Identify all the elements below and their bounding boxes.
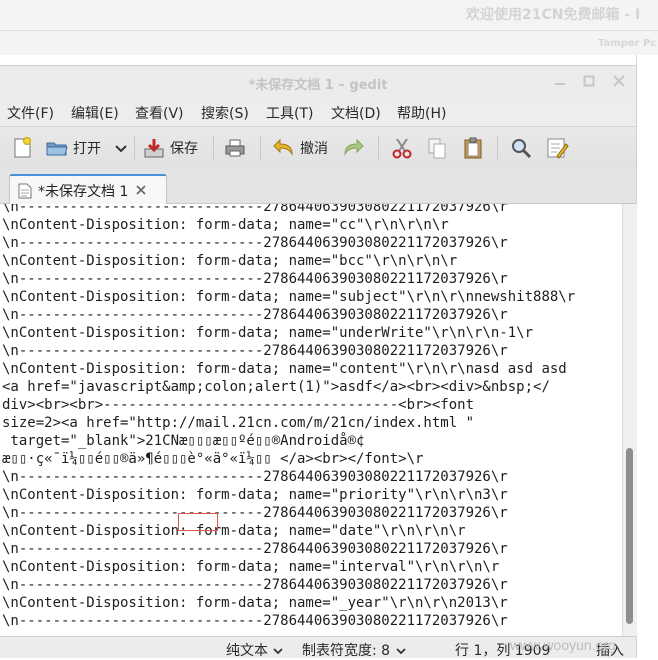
find-button[interactable]	[509, 135, 533, 161]
clipboard-icon	[464, 137, 482, 159]
scissors-icon	[392, 138, 412, 159]
tab-width-selector[interactable]: 制表符宽度: 8	[302, 640, 407, 660]
editor-line: \nContent-Disposition: form-data; name="…	[2, 361, 567, 377]
menu-help[interactable]: 帮助(H)	[397, 103, 446, 123]
open-button-label: 打开	[73, 141, 101, 157]
toolbar-separator	[260, 136, 261, 160]
editor-content: \n-----------------------------278644063…	[2, 204, 575, 630]
scrollbar-thumb[interactable]	[626, 448, 633, 624]
close-icon	[136, 184, 146, 195]
open-button[interactable]: 打开	[45, 135, 101, 161]
menu-view[interactable]: 查看(V)	[135, 103, 184, 123]
cut-button[interactable]	[390, 135, 414, 161]
editor-line: \n-----------------------------278644063…	[2, 541, 508, 557]
save-button-label: 保存	[170, 141, 198, 157]
tab-document-1[interactable]: *未保存文档 1	[9, 174, 167, 206]
search-match-highlight	[178, 513, 218, 531]
editor-line: \nContent-Disposition: form-data; name="…	[2, 253, 458, 269]
close-tab-button[interactable]	[136, 184, 146, 199]
copy-button[interactable]	[425, 135, 449, 161]
maximize-icon	[583, 75, 595, 87]
menu-tools[interactable]: 工具(T)	[266, 103, 313, 123]
editor-line: div><br><br>----------------------------…	[2, 397, 475, 413]
printer-icon	[225, 139, 245, 157]
editor-line: size=2><a href="http://mail.21cn.com/m/2…	[2, 415, 475, 431]
toolbar: 打开 保存 撤消	[0, 126, 636, 170]
redo-button[interactable]	[341, 135, 365, 161]
find-replace-icon	[547, 138, 569, 159]
window-title: *未保存文档 1 – gedit	[248, 78, 388, 93]
editor-line: \nContent-Disposition: form-data; name="…	[2, 487, 508, 503]
toolbar-separator	[378, 136, 379, 160]
background-browser-window: 欢迎使用21CN免费邮箱 - I Tamper Pc	[0, 0, 658, 55]
folder-open-icon	[46, 142, 68, 156]
editor-line: \n-----------------------------278644063…	[2, 505, 508, 521]
editor-line: \n-----------------------------278644063…	[2, 613, 508, 629]
menu-file[interactable]: 文件(F)	[7, 103, 54, 123]
background-window-edge	[636, 55, 658, 657]
search-icon	[512, 139, 532, 159]
editor-line: \n-----------------------------278644063…	[2, 469, 508, 485]
editor-line: \nContent-Disposition: form-data; name="…	[2, 217, 449, 233]
new-document-button[interactable]	[10, 135, 34, 161]
undo-button[interactable]: 撤消	[272, 135, 328, 161]
document-icon	[18, 183, 32, 199]
print-button[interactable]	[223, 135, 247, 161]
minimize-icon	[555, 83, 565, 85]
toolbar-separator	[213, 136, 214, 160]
save-button[interactable]: 保存	[142, 135, 198, 161]
title-bar[interactable]: *未保存文档 1 – gedit	[0, 66, 636, 98]
editor-line: \n-----------------------------278644063…	[2, 577, 508, 593]
vertical-scrollbar[interactable]	[622, 204, 637, 636]
divider	[0, 30, 658, 31]
text-editor[interactable]: \n-----------------------------278644063…	[0, 204, 622, 636]
syntax-mode-selector[interactable]: 纯文本	[226, 640, 284, 660]
editor-line: \nContent-Disposition: form-data; name="…	[2, 289, 576, 305]
chevron-down-icon	[395, 648, 406, 655]
editor-line: <a href="javascript&amp;colon;alert(1)">…	[2, 379, 550, 395]
chevron-down-icon	[273, 648, 284, 655]
editor-line: \nContent-Disposition: form-data; name="…	[2, 595, 508, 611]
maximize-button[interactable]	[579, 71, 599, 91]
watermark: www.wooyun.org	[510, 637, 616, 653]
undo-icon	[273, 138, 293, 156]
undo-button-label: 撤消	[300, 141, 328, 157]
gedit-window: *未保存文档 1 – gedit 文件(F) 编辑(E) 查看(V) 搜索(S)…	[0, 66, 637, 660]
editor-line: \n-----------------------------278644063…	[2, 307, 508, 323]
close-window-button[interactable]	[609, 71, 629, 91]
menu-search[interactable]: 搜索(S)	[201, 103, 249, 123]
open-recent-dropdown[interactable]	[114, 135, 128, 161]
editor-line: \n-----------------------------278644063…	[2, 271, 508, 287]
menu-documents[interactable]: 文档(D)	[331, 103, 381, 123]
redo-icon	[344, 138, 364, 156]
new-document-icon	[14, 137, 31, 158]
close-icon	[613, 75, 625, 87]
menu-bar: 文件(F) 编辑(E) 查看(V) 搜索(S) 工具(T) 文档(D) 帮助(H…	[0, 98, 636, 126]
editor-line: \n-----------------------------278644063…	[2, 343, 508, 359]
chevron-down-icon	[115, 145, 127, 153]
copy-icon	[428, 138, 446, 159]
find-replace-button[interactable]	[545, 135, 569, 161]
editor-line: \nContent-Disposition: form-data; name="…	[2, 559, 500, 575]
editor-line: \nContent-Disposition: form-data; name="…	[2, 523, 466, 539]
tab-bar: *未保存文档 1	[0, 169, 636, 206]
paste-button[interactable]	[461, 135, 485, 161]
editor-line: target="_blank">21CNæ▯▯▯æ▯▯ºé▯▯®Androidå…	[2, 433, 365, 449]
menu-edit[interactable]: 编辑(E)	[71, 103, 119, 123]
editor-line: \n-----------------------------278644063…	[2, 235, 508, 251]
toolbar-separator	[134, 136, 135, 160]
minimize-button[interactable]	[550, 71, 570, 91]
editor-line: æ▯▯·ç«¯ï¼▯▯é▯▯®ä»¶é▯▯▯è°«ä°«ï¼▯▯ </a><br…	[2, 451, 424, 467]
tab-label: *未保存文档 1	[38, 184, 129, 200]
background-window-title: 欢迎使用21CN免费邮箱 - I	[466, 7, 641, 23]
save-icon	[144, 139, 164, 158]
editor-line: \n-----------------------------278644063…	[2, 204, 508, 215]
background-addon-label: Tamper Pc	[598, 38, 657, 49]
toolbar-separator	[497, 136, 498, 160]
editor-line: \nContent-Disposition: form-data; name="…	[2, 325, 534, 341]
